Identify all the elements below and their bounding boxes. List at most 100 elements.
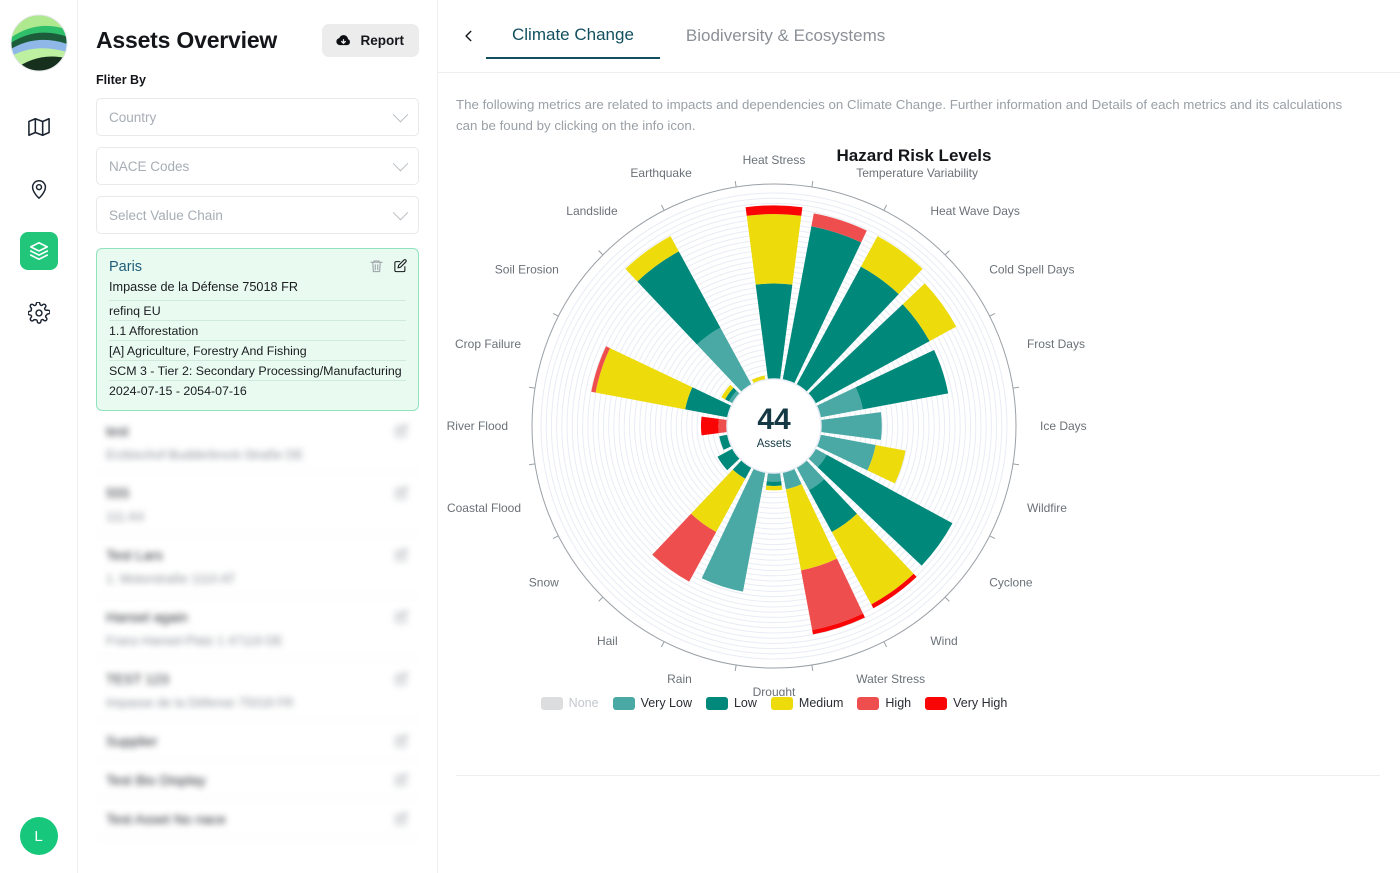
main-content: Climate Change Biodiversity & Ecosystems… xyxy=(438,0,1400,873)
chart-segment[interactable] xyxy=(766,472,782,482)
edit-asset-button[interactable] xyxy=(394,671,409,692)
value-chain-select[interactable]: Select Value Chain xyxy=(96,196,419,234)
list-item-address: 111 AX xyxy=(106,510,145,524)
chart-category-label: Cyclone xyxy=(989,576,1033,590)
edit-icon xyxy=(394,259,407,273)
report-button[interactable]: Report xyxy=(321,24,419,57)
legend-item[interactable]: Very High xyxy=(925,696,1007,710)
list-item-name: 555 xyxy=(106,485,130,501)
edit-asset-button[interactable] xyxy=(394,811,409,832)
left-rail: L xyxy=(0,0,78,873)
delete-asset-button[interactable] xyxy=(369,258,384,279)
nace-codes-select[interactable]: NACE Codes xyxy=(96,147,419,185)
chart-center-label: Assets xyxy=(757,438,792,450)
report-button-label: Report xyxy=(360,33,405,48)
asset-card-detail: [A] Agriculture, Forestry And Fishing xyxy=(109,340,406,360)
app-logo xyxy=(10,14,68,72)
edit-asset-button[interactable] xyxy=(394,772,409,793)
list-item-name: Test Asset No nace xyxy=(106,811,226,827)
legend-label: Low xyxy=(733,696,757,711)
legend-item[interactable]: High xyxy=(857,696,911,710)
chevron-down-icon xyxy=(392,155,409,171)
edit-icon xyxy=(395,486,408,500)
list-item[interactable]: Hansel again Franz-Hansel-Platz 1 47119 D… xyxy=(96,597,419,659)
chart-title: Hazard Risk Levels xyxy=(836,146,992,166)
list-item[interactable]: Test Lars 1. Motorstraße 1110 AT xyxy=(96,535,419,597)
list-item-name: Supplier xyxy=(106,733,158,749)
chart-segment[interactable] xyxy=(718,419,728,434)
location-pin-icon xyxy=(31,180,46,199)
cloud-download-icon xyxy=(335,35,350,46)
list-item-name: Test Bio Display xyxy=(106,772,206,788)
legend-item[interactable]: None xyxy=(540,696,599,711)
nace-codes-select-value: NACE Codes xyxy=(109,158,190,174)
legend-swatch xyxy=(925,696,948,710)
chart-segment[interactable] xyxy=(746,214,802,285)
asset-card-detail: 2024-07-15 - 2054-07-16 xyxy=(109,380,406,400)
asset-list[interactable]: Paris Impasse de la Défense 75018 FR ref… xyxy=(96,248,419,848)
hazard-chart-container: Hazard Risk Levels 44 Assets Heat Stress Te… xyxy=(444,136,1384,736)
country-select[interactable]: Country xyxy=(96,98,419,136)
legend-item[interactable]: Very Low xyxy=(612,696,692,711)
chart-center-value: 44 xyxy=(757,403,791,436)
chart-segment[interactable] xyxy=(685,387,732,418)
legend-swatch xyxy=(705,696,728,710)
avatar[interactable]: L xyxy=(19,817,58,855)
chart-category-label: Soil Erosion xyxy=(495,263,559,277)
tab-climate-change[interactable]: Climate Change xyxy=(486,25,660,59)
chart-category-label: Wind xyxy=(930,634,957,648)
legend-item[interactable]: Medium xyxy=(770,696,843,710)
edit-asset-button[interactable] xyxy=(394,423,409,444)
tab-biodiversity-ecosystems[interactable]: Biodiversity & Ecosystems xyxy=(660,26,911,58)
sidebar-item-settings[interactable] xyxy=(20,294,58,332)
edit-icon xyxy=(395,734,408,748)
list-item[interactable]: Test Bio Display xyxy=(96,760,419,799)
chart-category-label: Rain xyxy=(667,672,692,686)
edit-asset-button[interactable] xyxy=(394,485,409,506)
sidebar-item-locations[interactable] xyxy=(20,170,58,208)
sidebar-item-assets[interactable] xyxy=(19,232,58,270)
list-item-name: TEST 123 xyxy=(106,671,169,687)
chart-segment[interactable] xyxy=(766,481,782,487)
asset-card-selected[interactable]: Paris Impasse de la Défense 75018 FR ref… xyxy=(96,248,419,411)
rail-nav xyxy=(19,108,58,332)
map-icon xyxy=(27,117,50,137)
edit-asset-button[interactable] xyxy=(393,258,408,279)
back-button[interactable] xyxy=(452,19,486,53)
chart-category-label: River Flood xyxy=(447,419,508,433)
chevron-down-icon xyxy=(392,106,409,122)
chart-legend: None Very Low Low Medium High Very High xyxy=(444,696,1104,710)
edit-asset-button[interactable] xyxy=(394,609,409,630)
chart-segment[interactable] xyxy=(765,485,783,491)
sidebar-item-map[interactable] xyxy=(20,108,58,146)
list-item-name: Test Lars xyxy=(106,547,163,563)
legend-item[interactable]: Low xyxy=(705,696,757,711)
list-item[interactable]: test Erzbischof-Budderbrock-Straße DE xyxy=(96,411,419,473)
filter-by-label: Fliter By xyxy=(96,73,147,87)
asset-card-detail: SCM 3 - Tier 2: Secondary Processing/Man… xyxy=(109,360,406,380)
legend-label: None xyxy=(568,696,599,711)
list-item[interactable]: Supplier xyxy=(96,721,419,760)
edit-icon xyxy=(395,610,408,624)
edit-icon xyxy=(395,548,408,562)
list-item[interactable]: TEST 123 Impasse de la Défense 75018 FR xyxy=(96,659,419,721)
list-item[interactable]: Test Asset No nace xyxy=(96,799,419,838)
edit-asset-button[interactable] xyxy=(394,733,409,754)
legend-swatch xyxy=(612,696,635,710)
edit-icon xyxy=(395,812,408,826)
legend-swatch xyxy=(540,696,563,710)
hazard-risk-radial-chart[interactable]: 44AssetsHeat StressTemperature Variabili… xyxy=(444,136,1384,699)
edit-icon xyxy=(395,672,408,686)
asset-list-blurred[interactable]: test Erzbischof-Budderbrock-Straße DE 555 1… xyxy=(96,411,419,838)
legend-label: Very Low xyxy=(640,696,692,711)
chart-segment[interactable] xyxy=(700,416,719,436)
chevron-left-icon xyxy=(465,30,472,42)
value-chain-select-value: Select Value Chain xyxy=(109,207,223,223)
edit-asset-button[interactable] xyxy=(394,547,409,568)
chart-category-label: Wildfire xyxy=(1027,501,1067,515)
legend-swatch xyxy=(770,696,793,710)
chart-category-label: Temperature Variability xyxy=(856,166,978,180)
list-item[interactable]: 555 111 AX xyxy=(96,473,419,535)
chart-category-label: Earthquake xyxy=(630,166,692,180)
chart-category-label: Snow xyxy=(529,576,559,590)
